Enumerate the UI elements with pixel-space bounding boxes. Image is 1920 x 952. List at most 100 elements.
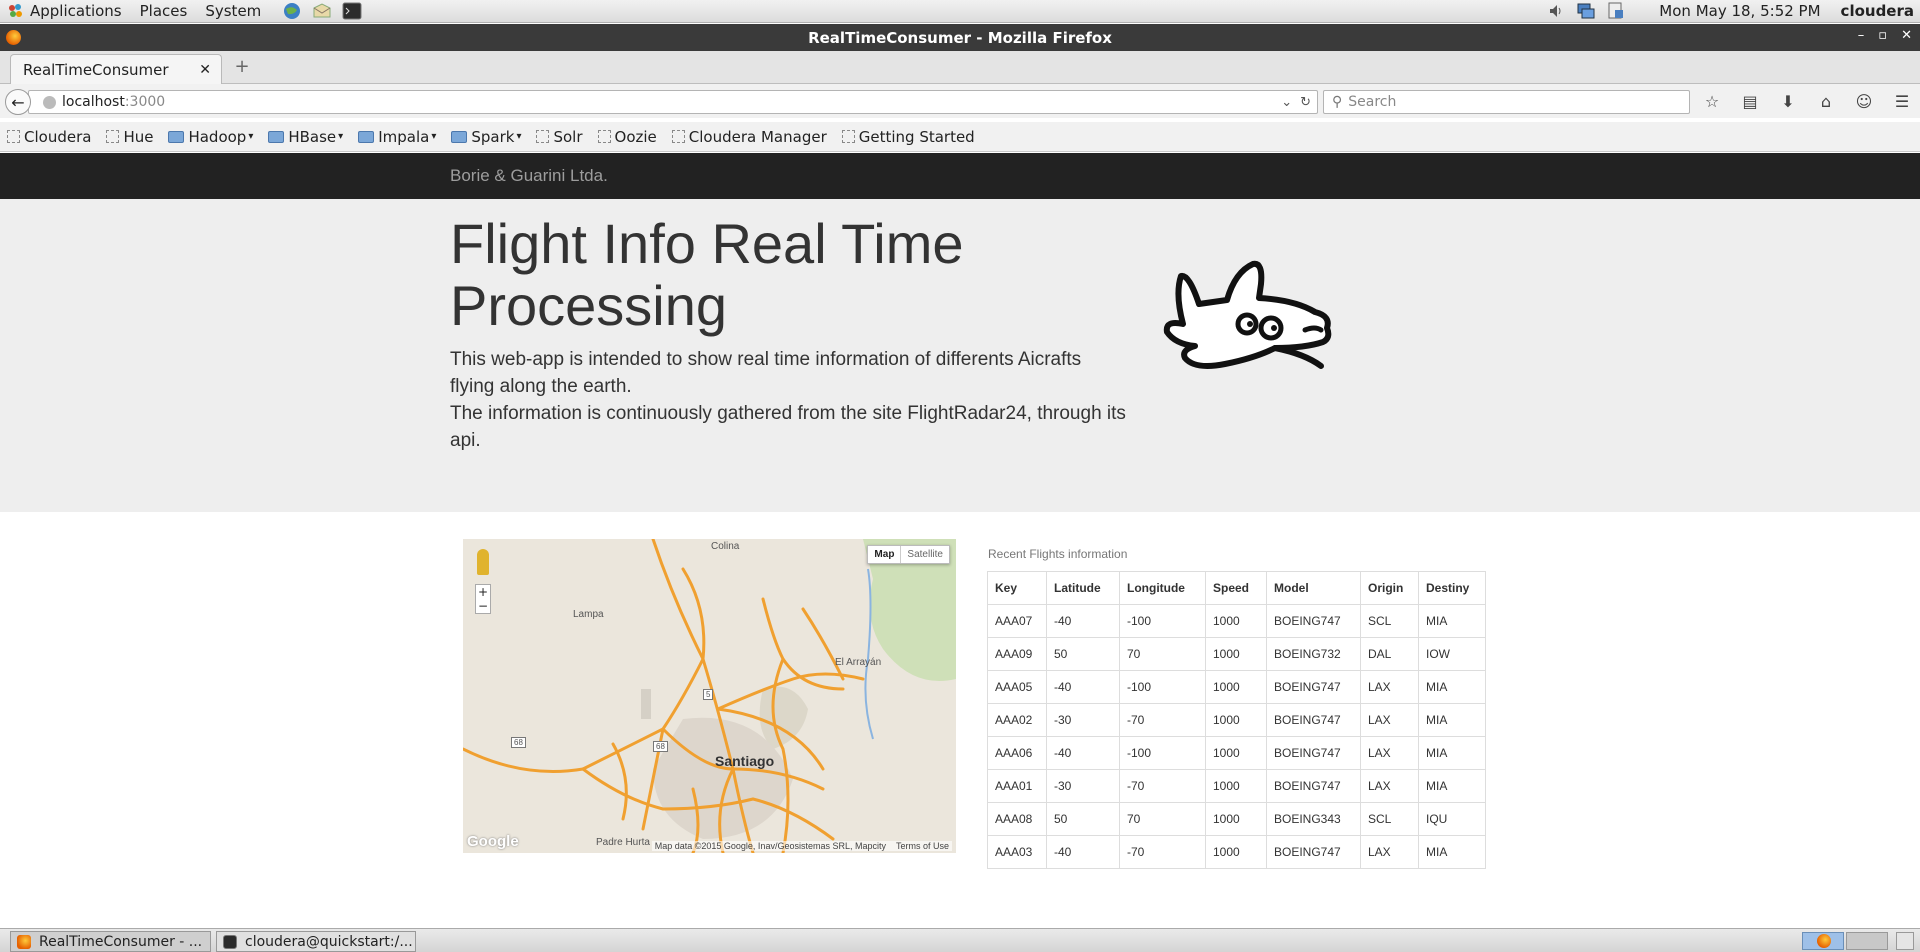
- cell-model: BOEING747: [1266, 670, 1361, 704]
- downloads-icon[interactable]: ⬇: [1776, 90, 1800, 112]
- bookmark-cloudera[interactable]: Cloudera: [7, 128, 91, 146]
- cell-origin: DAL: [1360, 637, 1419, 671]
- bookmark-star-icon[interactable]: ☆: [1700, 90, 1724, 112]
- updates-icon[interactable]: [1605, 1, 1627, 21]
- hamburger-menu-icon[interactable]: ☰: [1890, 90, 1914, 112]
- cell-longitude: 70: [1119, 802, 1206, 836]
- cell-model: BOEING747: [1266, 736, 1361, 770]
- bookmark-solr[interactable]: Solr: [536, 128, 583, 146]
- url-bar[interactable]: localhost :3000 ⌄ ↻: [28, 90, 1318, 114]
- google-logo[interactable]: Google: [467, 833, 519, 850]
- cell-latitude: -40: [1046, 736, 1120, 770]
- cell-latitude: -40: [1046, 604, 1120, 638]
- taskbar-item-firefox[interactable]: RealTimeConsumer - ...: [10, 931, 211, 952]
- clock[interactable]: Mon May 18, 5:52 PM: [1659, 2, 1820, 20]
- workspace-1-button[interactable]: [1802, 932, 1844, 950]
- cell-longitude: -100: [1119, 736, 1206, 770]
- route-68-shield: 68: [653, 741, 668, 752]
- table-row: AAA05 -40 -100 1000 BOEING747 LAX MIA: [987, 670, 1486, 704]
- web-browser-launcher-icon[interactable]: [281, 1, 303, 21]
- url-port: :3000: [124, 94, 166, 110]
- cell-latitude: -30: [1046, 703, 1120, 737]
- flights-map[interactable]: + − Map Satellite Colina Lampa El Arrayá…: [463, 539, 956, 853]
- window-titlebar: RealTimeConsumer - Mozilla Firefox – ▫ ✕: [0, 24, 1920, 51]
- flights-table-caption: Recent Flights information: [988, 547, 1128, 561]
- page-title: Flight Info Real Time Processing: [450, 212, 964, 337]
- back-button[interactable]: ←: [5, 89, 31, 115]
- tab-title: RealTimeConsumer: [23, 61, 169, 79]
- site-brand[interactable]: Borie & Guarini Ltda.: [450, 166, 608, 186]
- minimize-icon[interactable]: –: [1858, 28, 1865, 43]
- cell-latitude: 50: [1046, 802, 1120, 836]
- column-header-origin: Origin: [1360, 571, 1419, 605]
- cell-key: AAA03: [987, 835, 1047, 869]
- chevron-down-icon: ▾: [248, 131, 254, 142]
- url-dropdown-icon[interactable]: ⌄: [1281, 95, 1292, 110]
- user-menu[interactable]: cloudera: [1841, 2, 1914, 20]
- firefox-icon: [1817, 934, 1831, 948]
- taskbar-item-terminal[interactable]: cloudera@quickstart:/...: [216, 931, 416, 952]
- cell-origin: LAX: [1360, 670, 1419, 704]
- bottom-panel: RealTimeConsumer - ... cloudera@quicksta…: [0, 928, 1920, 952]
- new-tab-icon[interactable]: +: [232, 58, 252, 78]
- cell-origin: LAX: [1360, 736, 1419, 770]
- chevron-down-icon: ▾: [338, 131, 344, 142]
- bookmark-folder-hadoop[interactable]: Hadoop ▾: [168, 128, 253, 146]
- cell-destiny: MIA: [1418, 604, 1486, 638]
- terminal-icon: [223, 934, 237, 949]
- applications-menu[interactable]: Applications: [30, 2, 122, 20]
- map-data-attribution: Map data ©2015 Google, Inav/Geosistemas …: [654, 841, 886, 851]
- airplane-icon: [1163, 260, 1332, 369]
- bookmark-folder-hbase[interactable]: HBase ▾: [268, 128, 343, 146]
- trash-icon[interactable]: [1896, 932, 1914, 950]
- bookmark-folder-spark[interactable]: Spark ▾: [451, 128, 521, 146]
- zoom-in-button[interactable]: +: [476, 585, 490, 599]
- bookmark-hue[interactable]: Hue: [106, 128, 153, 146]
- bookmark-folder-impala[interactable]: Impala ▾: [358, 128, 436, 146]
- network-icon[interactable]: [1575, 1, 1597, 21]
- mail-launcher-icon[interactable]: [311, 1, 333, 21]
- folder-icon: [168, 130, 185, 143]
- terms-of-use-link[interactable]: Terms of Use: [896, 841, 949, 851]
- cell-speed: 1000: [1205, 703, 1267, 737]
- column-header-destiny: Destiny: [1418, 571, 1486, 605]
- places-menu[interactable]: Places: [140, 2, 188, 20]
- table-row: AAA08 50 70 1000 BOEING343 SCL IQU: [987, 802, 1486, 836]
- chat-icon[interactable]: ☺: [1852, 90, 1876, 112]
- cell-model: BOEING343: [1266, 802, 1361, 836]
- bookmark-getting-started[interactable]: Getting Started: [841, 128, 975, 146]
- cell-origin: LAX: [1360, 769, 1419, 803]
- maximize-icon[interactable]: ▫: [1878, 28, 1887, 43]
- table-row: AAA02 -30 -70 1000 BOEING747 LAX MIA: [987, 703, 1486, 737]
- bookmark-oozie[interactable]: Oozie: [597, 128, 657, 146]
- volume-icon[interactable]: [1545, 1, 1567, 21]
- bookmark-cloudera-manager[interactable]: Cloudera Manager: [671, 128, 827, 146]
- firefox-icon: [6, 30, 21, 45]
- cell-model: BOEING747: [1266, 769, 1361, 803]
- terminal-launcher-icon[interactable]: [341, 1, 363, 21]
- site-identity-icon[interactable]: [43, 95, 56, 109]
- intro-paragraph-1: This web-app is intended to show real ti…: [450, 349, 1082, 397]
- map-type-satellite-button[interactable]: Satellite: [901, 546, 949, 563]
- url-host: localhost: [62, 94, 125, 110]
- close-window-icon[interactable]: ✕: [1901, 28, 1912, 43]
- workspace-2-button[interactable]: [1846, 932, 1888, 950]
- map-attribution: Map data ©2015 Google, Inav/Geosistemas …: [651, 841, 952, 851]
- tab-close-icon[interactable]: ✕: [199, 62, 211, 78]
- search-input[interactable]: ⚲ Search: [1323, 90, 1690, 114]
- home-icon[interactable]: ⌂: [1814, 90, 1838, 112]
- bookmark-page-icon: [536, 130, 550, 143]
- street-view-pegman-icon[interactable]: [477, 549, 489, 575]
- intro-paragraph-2: The information is continuously gathered…: [450, 403, 1126, 451]
- system-menu[interactable]: System: [205, 2, 261, 20]
- map-label-padre-hurtado: Padre Hurta: [596, 837, 650, 848]
- cell-key: AAA02: [987, 703, 1047, 737]
- back-arrow-icon: ←: [11, 92, 25, 112]
- reload-icon[interactable]: ↻: [1300, 95, 1311, 110]
- map-type-map-button[interactable]: Map: [868, 546, 902, 563]
- cell-longitude: 70: [1119, 637, 1206, 671]
- zoom-out-button[interactable]: −: [476, 599, 490, 613]
- cell-origin: LAX: [1360, 703, 1419, 737]
- tab-realtimeconsumer[interactable]: RealTimeConsumer ✕: [10, 54, 222, 85]
- bookmarks-menu-icon[interactable]: ▤: [1738, 90, 1762, 112]
